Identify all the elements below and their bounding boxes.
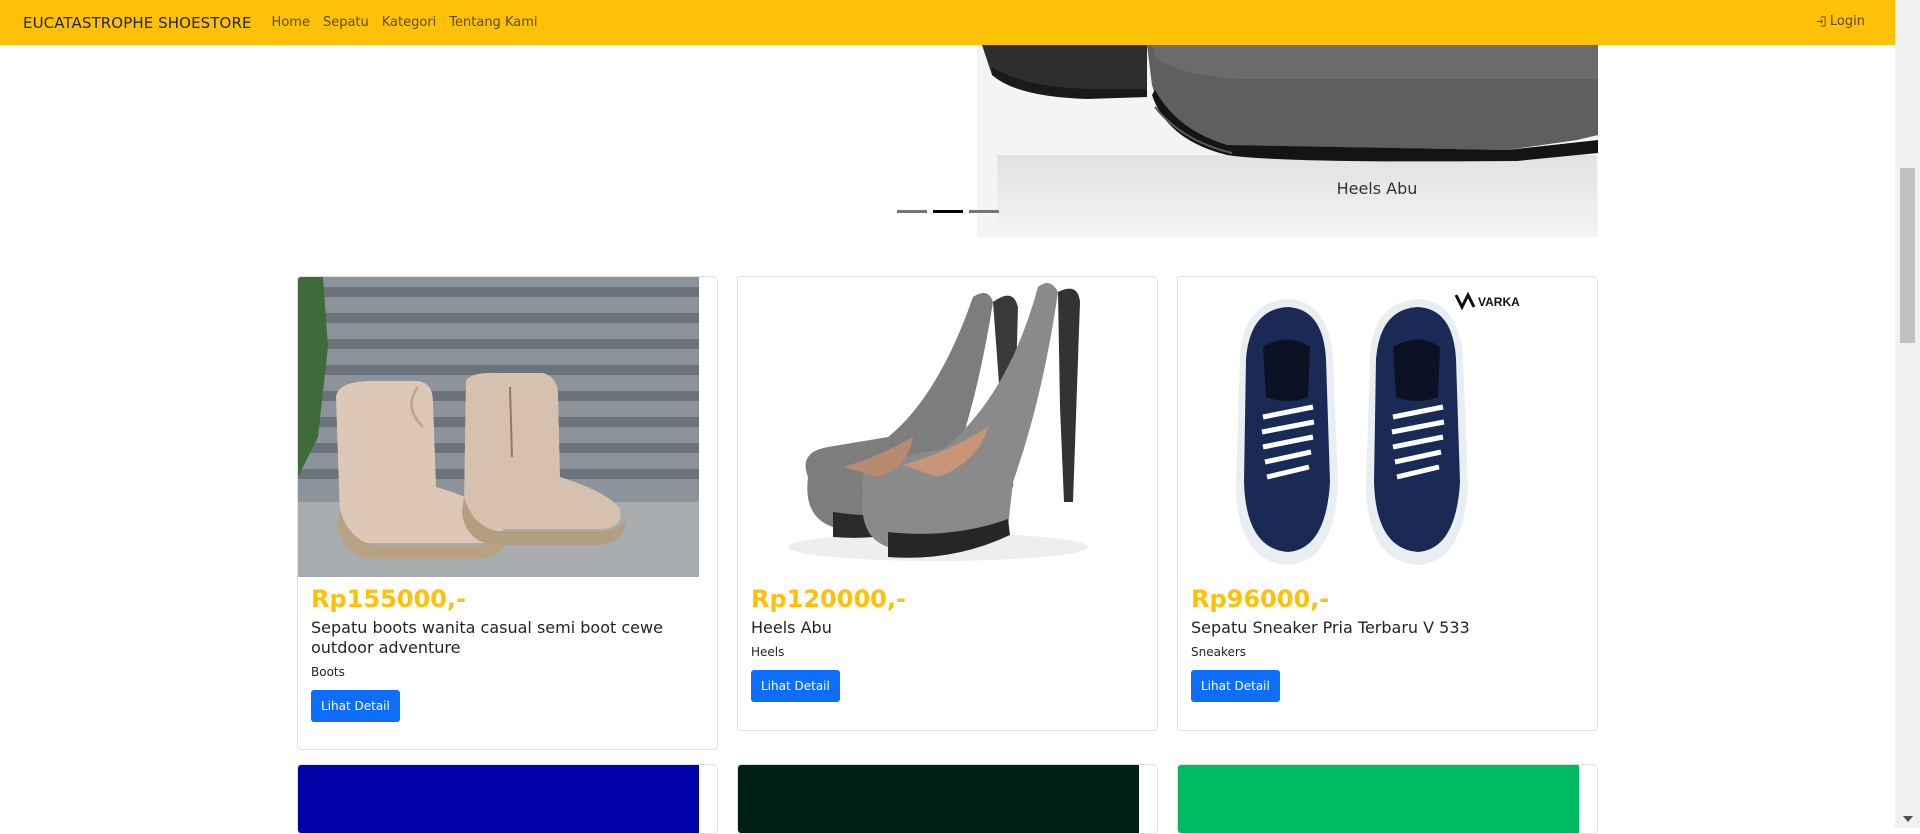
login-icon [1816,16,1826,27]
nav-tentang-kami[interactable]: Tentang Kami [449,15,537,30]
product-card [1177,764,1598,834]
product-card: Rp155000,- Sepatu boots wanita casual se… [297,276,718,750]
carousel-indicators [897,210,1005,213]
product-card-body: Rp155000,- Sepatu boots wanita casual se… [311,584,706,722]
product-category: Heels [751,645,785,659]
product-image [738,765,1139,833]
product-card-body: Rp96000,- Sepatu Sneaker Pria Terbaru V … [1191,584,1586,702]
carousel-indicator-3[interactable] [969,210,999,213]
carousel-indicator-2[interactable] [933,210,963,213]
carousel-indicator-1[interactable] [897,210,927,213]
product-card: Rp120000,- Heels Abu Heels Lihat Detail [737,276,1158,731]
product-card-body: Rp120000,- Heels Abu Heels Lihat Detail [751,584,1146,702]
nav-sepatu[interactable]: Sepatu [323,15,369,30]
product-image: VARKA [1178,277,1579,577]
carousel-caption: Heels Abu [1336,179,1418,198]
product-image [1178,765,1579,833]
product-card [737,764,1158,834]
product-title[interactable]: Sepatu Sneaker Pria Terbaru V 533 [1191,618,1586,638]
lihat-detail-button[interactable]: Lihat Detail [751,670,840,702]
product-image [298,277,699,577]
brand-logo[interactable]: EUCATASTROPHE SHOESTORE [23,14,252,32]
product-title[interactable]: Heels Abu [751,618,1146,638]
nav-kategori[interactable]: Kategori [382,15,437,30]
product-title[interactable]: Sepatu boots wanita casual semi boot cew… [311,618,706,658]
navbar: EUCATASTROPHE SHOESTORE Home Sepatu Kate… [0,0,1895,45]
lihat-detail-button[interactable]: Lihat Detail [311,690,400,722]
scroll-down-arrow-icon[interactable] [1903,816,1913,822]
product-price: Rp155000,- [311,585,466,613]
hero-carousel[interactable]: Heels Abu [297,45,1598,237]
nav-links: Home Sepatu Kategori Tentang Kami [272,15,551,30]
product-image [298,765,699,833]
scrollbar-thumb[interactable] [1900,168,1915,343]
product-category: Boots [311,665,345,679]
login-label: Login [1829,14,1865,29]
login-link[interactable]: Login [1816,14,1865,29]
product-image [738,277,1139,577]
lihat-detail-button[interactable]: Lihat Detail [1191,670,1280,702]
page-scrollbar[interactable] [1895,0,1920,828]
nav-home[interactable]: Home [272,15,310,30]
product-price: Rp120000,- [751,585,906,613]
product-card [297,764,718,834]
product-price: Rp96000,- [1191,585,1330,613]
carousel-slide-image [977,45,1598,237]
product-category: Sneakers [1191,645,1247,659]
svg-text:VARKA: VARKA [1478,295,1520,309]
product-card: VARKA Rp96000,- Sepatu Sneaker Pria Terb… [1177,276,1598,731]
